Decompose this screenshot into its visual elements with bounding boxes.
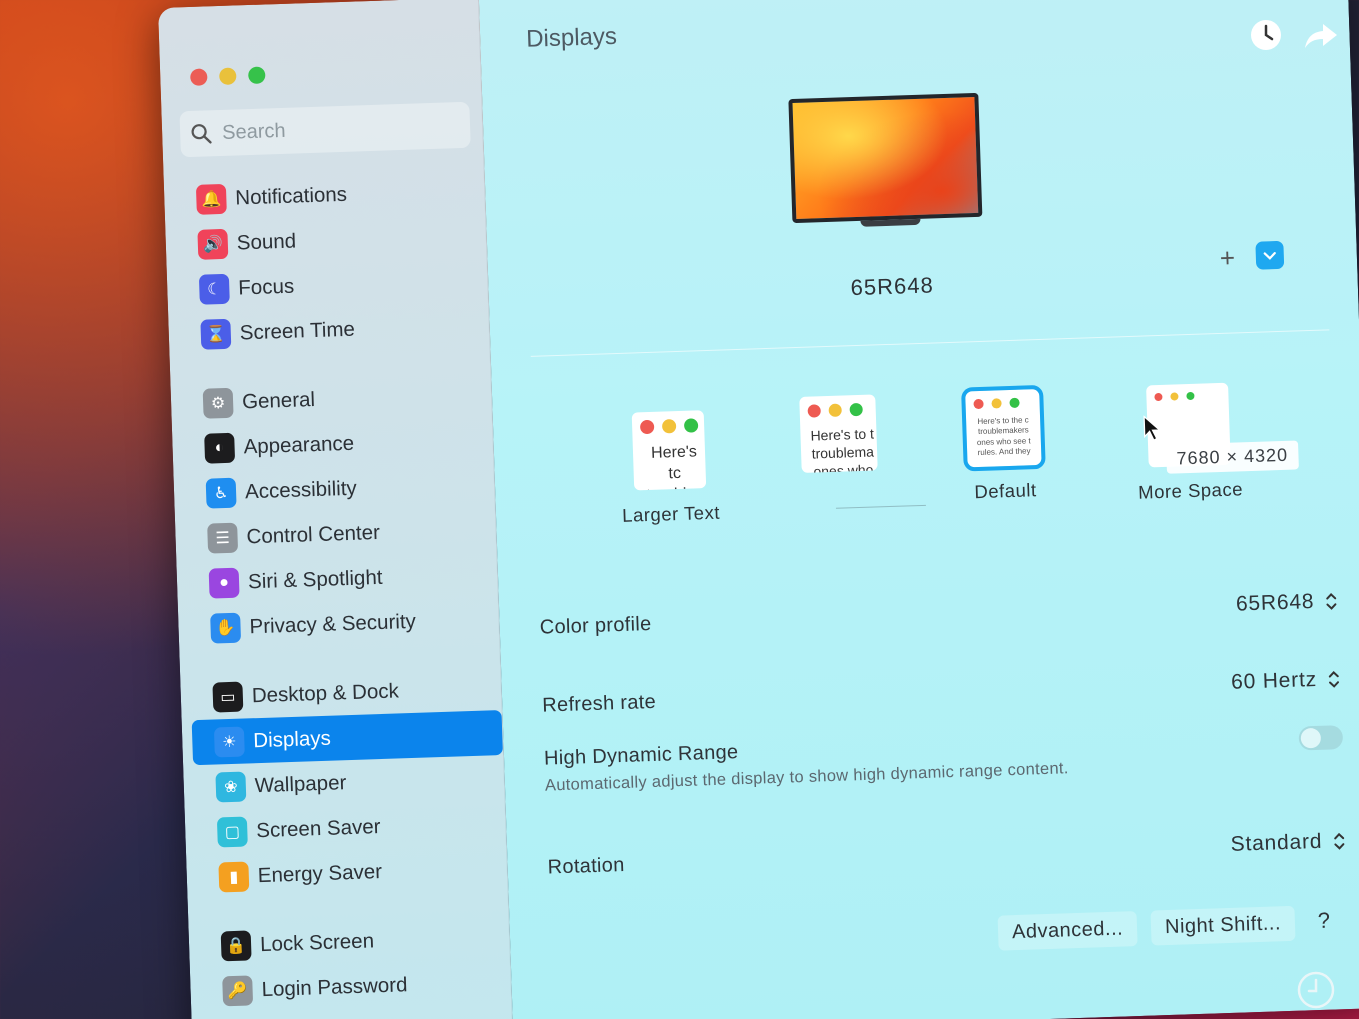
updown-chevron-icon — [1334, 832, 1345, 850]
zoom-button[interactable] — [248, 66, 266, 85]
sidebar-item-label: Siri & Spotlight — [247, 565, 383, 593]
resolution-larger-text[interactable]: Here's tctroublen Larger Text — [603, 409, 737, 527]
sun-icon: ☀ — [213, 726, 245, 758]
sidebar: 🔔Notifications🔊 Sound☾ Focus⌛ Screen Time ⚙ G… — [158, 0, 514, 1019]
sidebar-item-login-password[interactable]: 🔑 Login Password — [200, 959, 503, 1014]
share-icon[interactable] — [1303, 20, 1339, 56]
window-controls — [190, 66, 266, 86]
hdr-toggle[interactable] — [1298, 725, 1344, 751]
sidebar-list: 🔔 Notifications 🔊 Sound ☾ Focus ⌛ Screen Time ⚙ G… — [174, 168, 504, 1019]
help-button[interactable]: ? — [1308, 907, 1339, 938]
dock-icon: ▭ — [212, 681, 244, 713]
lock-icon: 🔒 — [220, 929, 252, 961]
sidebar-group: ▭ Desktop & Dock ☀ Displays ❀ Wallpaper ▢ Scree… — [190, 665, 503, 900]
resolution-preview: Here's to the c troublemakers ones who see… — [961, 384, 1046, 472]
sidebar-item-label: Displays — [252, 726, 332, 752]
search-input[interactable] — [219, 112, 455, 146]
screen-saver-icon: ▢ — [216, 815, 248, 847]
rotation-select[interactable]: Standard — [1230, 829, 1346, 857]
sidebar-group: 🔒 Lock Screen 🔑 Login Password — [198, 914, 503, 1014]
sidebar-item-screen-time[interactable]: ⌛ Screen Time — [178, 302, 481, 357]
appearance-icon: ◐ — [204, 432, 236, 464]
sidebar-item-label: Energy Saver — [257, 859, 383, 887]
sidebar-item-label: Lock Screen — [259, 928, 375, 956]
displays-pane: Displays 65R648 + Here's tctroublen Larg… — [478, 0, 1359, 1019]
resolution-preview: Here's tctroublen — [631, 410, 707, 491]
updown-chevron-icon — [1328, 670, 1340, 688]
bell-icon: 🔔 — [195, 183, 227, 215]
hourglass-icon: ⌛ — [200, 318, 232, 350]
sidebar-item-label: Screen Time — [239, 317, 356, 344]
sidebar-group: ⚙ General ◐ Appearance ♿ Accessibility ☰ Contro… — [180, 371, 491, 651]
siri-icon: ● — [208, 567, 240, 599]
sidebar-item-label: Wallpaper — [254, 770, 347, 797]
sidebar-item-label: Appearance — [243, 431, 355, 458]
rotation-row: Rotation Standard — [547, 829, 1346, 879]
battery-icon: ▮ — [218, 860, 250, 892]
clock-icon[interactable] — [1296, 970, 1335, 1009]
resolution-slider-track — [835, 504, 926, 509]
resolution-default[interactable]: Here's to the c troublemakers ones who see… — [942, 384, 1066, 504]
resolution-preview: Here's to t troublema ones who — [799, 394, 878, 473]
sidebar-item-label: Desktop & Dock — [251, 678, 400, 707]
chevron-down-icon — [1263, 252, 1276, 260]
display-preview[interactable] — [788, 92, 988, 229]
sidebar-item-label: Sound — [236, 229, 297, 255]
search-field[interactable] — [179, 101, 471, 158]
hdr-row: High Dynamic Range Automatically adjust … — [544, 721, 1344, 795]
sidebar-group: 🔔 Notifications 🔊 Sound ☾ Focus ⌛ Screen Time — [174, 168, 482, 358]
display-menu-button[interactable] — [1255, 240, 1285, 270]
refresh-rate-select[interactable]: 60 Hertz — [1231, 667, 1342, 695]
color-profile-select[interactable]: 65R648 — [1236, 589, 1339, 616]
refresh-rate-row: Refresh rate 60 Hertz — [542, 667, 1341, 717]
resolution-label: More Space — [1137, 478, 1244, 503]
sidebar-item-label: Login Password — [261, 972, 408, 1001]
display-name: 65R648 — [850, 272, 935, 301]
close-button[interactable] — [190, 68, 208, 86]
resolution-option-2[interactable]: Here's to t troublema ones who — [772, 394, 904, 474]
key-icon: 🔑 — [222, 974, 254, 1006]
advanced-button[interactable]: Advanced... — [997, 911, 1138, 951]
hand-icon: ✋ — [210, 612, 242, 644]
sidebar-item-label: Privacy & Security — [249, 609, 417, 638]
speaker-icon: 🔊 — [197, 228, 229, 260]
gear-icon: ⚙ — [202, 387, 234, 419]
refresh-rate-label: Refresh rate — [541, 690, 657, 717]
search-icon — [191, 124, 212, 144]
rotation-label: Rotation — [547, 853, 625, 879]
control-center-icon: ☰ — [207, 522, 239, 554]
color-profile-row: Color profile 65R648 — [539, 589, 1338, 639]
resolution-tooltip: 7680 × 4320 — [1166, 440, 1299, 474]
watch-later-icon[interactable] — [1249, 18, 1285, 54]
sidebar-item-label: General — [241, 387, 316, 413]
settings-window: 🔔Notifications🔊 Sound☾ Focus⌛ Screen Time ⚙ G… — [158, 0, 1359, 1019]
sidebar-item-label: Control Center — [246, 520, 381, 548]
updown-chevron-icon — [1326, 593, 1337, 610]
minimize-button[interactable] — [219, 67, 237, 86]
sidebar-item-privacy-security[interactable]: ✋ Privacy & Security — [188, 596, 491, 651]
sidebar-item-label: Accessibility — [244, 476, 358, 503]
sidebar-item-label: Focus — [237, 274, 295, 299]
color-profile-label: Color profile — [539, 612, 652, 639]
resolution-label: Default — [974, 479, 1037, 503]
resolution-label: Larger Text — [621, 501, 721, 526]
add-display-button[interactable]: + — [1219, 242, 1235, 273]
night-shift-button[interactable]: Night Shift... — [1150, 905, 1296, 946]
sidebar-item-label: Screen Saver — [255, 814, 381, 842]
accessibility-icon: ♿ — [205, 477, 237, 509]
wallpaper-icon: ❀ — [215, 771, 247, 803]
sidebar-item-label: Notifications — [234, 182, 348, 210]
divider — [530, 329, 1330, 357]
moon-icon: ☾ — [198, 273, 230, 305]
sidebar-item-energy-saver[interactable]: ▮ Energy Saver — [196, 845, 499, 900]
monitor-icon — [788, 92, 983, 224]
bottom-buttons: Advanced... Night Shift... ? — [997, 904, 1339, 951]
mouse-pointer-icon — [1143, 415, 1162, 447]
page-title: Displays — [525, 22, 618, 53]
